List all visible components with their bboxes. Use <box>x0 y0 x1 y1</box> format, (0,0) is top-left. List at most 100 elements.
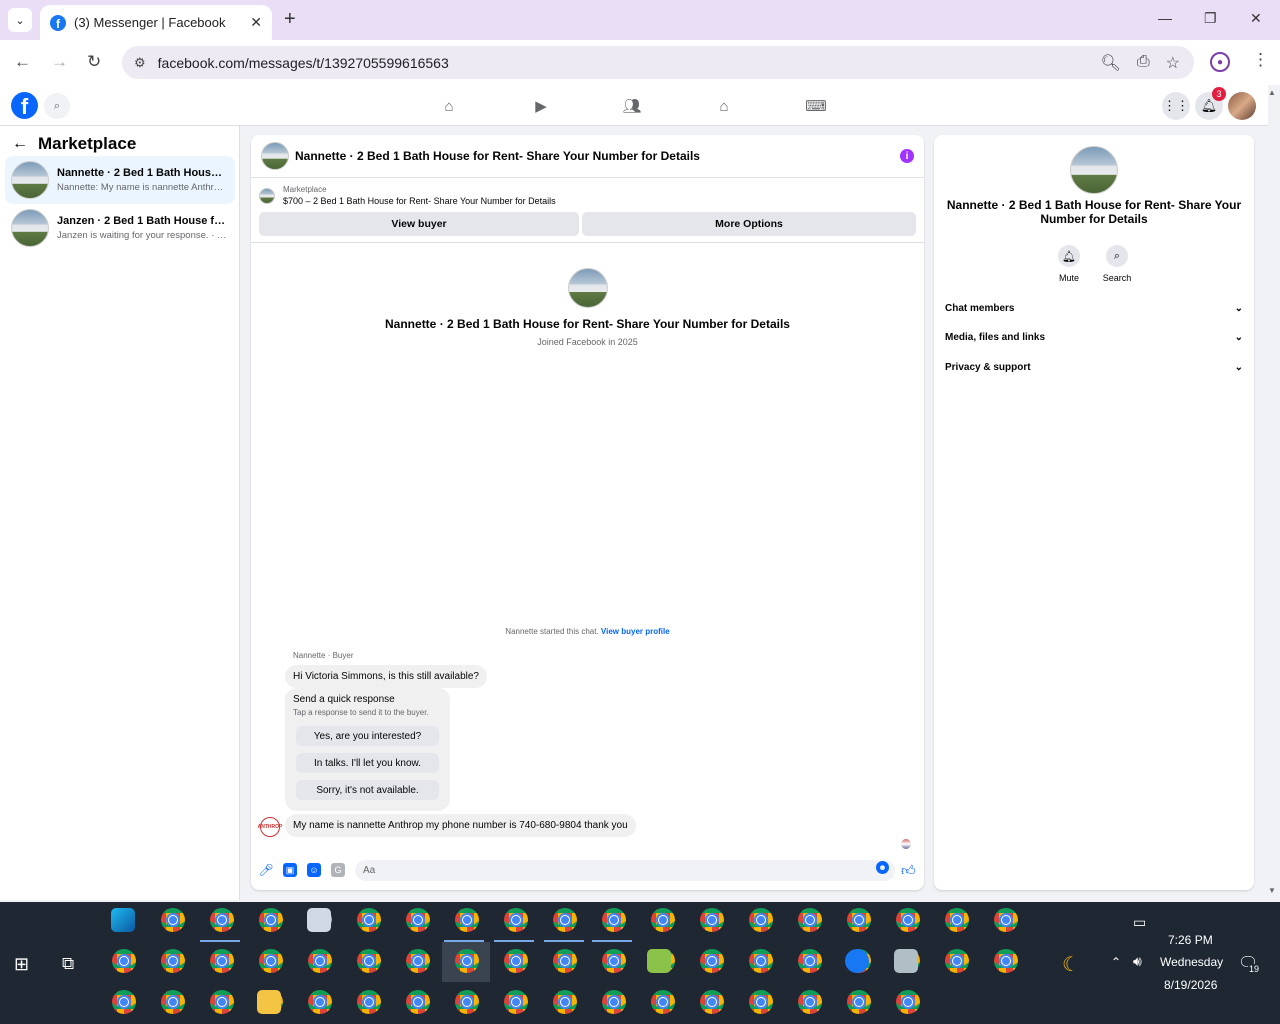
chrome-app-icon[interactable] <box>357 990 381 1014</box>
view-buyer-button[interactable]: View buyer <box>259 212 579 236</box>
marketplace-icon[interactable]: ⌂ <box>712 95 736 117</box>
mute-button[interactable]: 🔔︎ Mute <box>1047 245 1091 283</box>
media-files-section[interactable]: Media, files and links ⌄ <box>945 332 1243 343</box>
chrome-app-icon[interactable] <box>651 908 675 932</box>
privacy-support-section[interactable]: Privacy & support ⌄ <box>945 362 1243 373</box>
chrome-app-icon[interactable] <box>749 908 773 932</box>
chrome-app-icon[interactable] <box>161 990 185 1014</box>
view-buyer-profile-link[interactable]: View buyer profile <box>601 627 670 636</box>
chrome-app-icon[interactable] <box>259 908 283 932</box>
chrome-app-icon[interactable] <box>161 949 185 973</box>
chrome-app-icon[interactable] <box>504 949 528 973</box>
thumbs-up-icon[interactable]: 👍︎ <box>901 862 916 879</box>
chrome-app-icon[interactable] <box>357 949 381 973</box>
forward-icon[interactable]: → <box>51 52 68 72</box>
browser-profile-icon[interactable]: ● <box>1210 52 1230 72</box>
chrome-app-icon[interactable] <box>700 990 724 1014</box>
site-info-icon[interactable]: ⚙ <box>134 55 146 71</box>
photos-app-icon[interactable] <box>894 949 918 973</box>
browser-menu-icon[interactable]: ⋮ <box>1252 50 1269 70</box>
video-icon[interactable]: ▶ <box>529 95 553 117</box>
listing-price-title[interactable]: $700 – 2 Bed 1 Bath House for Rent- Shar… <box>283 196 556 206</box>
quick-reply-button[interactable]: Yes, are you interested? <box>296 726 439 746</box>
chat-members-section[interactable]: Chat members ⌄ <box>945 303 1243 314</box>
clock-day[interactable]: Wednesday <box>1160 955 1223 969</box>
network-icon[interactable]: ▭ <box>1133 914 1146 931</box>
chrome-app-icon[interactable] <box>553 990 577 1014</box>
night-light-icon[interactable]: ☾ <box>1062 952 1080 977</box>
chrome-app-icon[interactable] <box>455 908 479 932</box>
conversation-item[interactable]: Janzen · 2 Bed 1 Bath House for Rent- Sh… <box>5 204 235 252</box>
chrome-app-icon[interactable] <box>798 908 822 932</box>
zoom-icon[interactable]: 🔍︎ <box>1101 53 1121 73</box>
back-icon[interactable]: ← <box>14 52 31 72</box>
details-avatar[interactable] <box>1070 146 1118 194</box>
chrome-app-icon[interactable] <box>504 908 528 932</box>
chrome-app-icon[interactable] <box>896 908 920 932</box>
chrome-app-icon[interactable] <box>602 908 626 932</box>
facebook-search-icon[interactable]: ⌕ <box>44 93 70 119</box>
show-hidden-icons-chevron-icon[interactable]: ⌃ <box>1111 955 1121 969</box>
menu-grid-icon[interactable]: ⋮⋮ <box>1162 92 1190 120</box>
chrome-app-icon[interactable] <box>161 908 185 932</box>
chrome-app-icon[interactable] <box>308 949 332 973</box>
chrome-app-icon[interactable] <box>602 990 626 1014</box>
search-button[interactable]: ⌕ Search <box>1095 245 1139 283</box>
conversation-info-icon[interactable]: i <box>900 149 914 163</box>
chrome-app-icon[interactable] <box>896 990 920 1014</box>
chrome-app-icon[interactable] <box>945 908 969 932</box>
facebook-logo-icon[interactable]: f <box>11 92 38 119</box>
facebook-app-icon[interactable] <box>845 949 869 973</box>
chrome-app-icon[interactable] <box>112 949 136 973</box>
outlook-app-icon[interactable] <box>307 908 331 932</box>
address-bar[interactable]: ⚙ facebook.com/messages/t/13927055996165… <box>122 46 1194 79</box>
quick-reply-button[interactable]: Sorry, it's not available. <box>296 780 439 800</box>
sticker-icon[interactable]: ☺ <box>307 863 321 877</box>
chrome-app-icon[interactable] <box>700 908 724 932</box>
chrome-app-icon[interactable] <box>700 949 724 973</box>
minimize-icon[interactable]: — <box>1158 10 1172 26</box>
chrome-app-icon[interactable] <box>749 990 773 1014</box>
chrome-app-icon[interactable] <box>210 949 234 973</box>
chrome-app-icon[interactable] <box>210 908 234 932</box>
file-explorer-icon[interactable] <box>257 990 281 1014</box>
reload-icon[interactable]: ↻ <box>87 52 101 72</box>
volume-icon[interactable]: 🔊︎ <box>1133 953 1142 970</box>
windows-start-icon[interactable]: ⊞ <box>14 954 29 975</box>
close-window-icon[interactable]: ✕ <box>1250 10 1262 27</box>
conversation-item[interactable]: Nannette · 2 Bed 1 Bath House for Rent- … <box>5 156 235 204</box>
tab-search-chevron-icon[interactable]: ⌄ <box>8 8 32 32</box>
close-tab-icon[interactable]: ✕ <box>250 14 262 31</box>
chrome-app-icon[interactable] <box>553 908 577 932</box>
new-tab-icon[interactable]: + <box>284 8 296 31</box>
chrome-app-icon[interactable] <box>651 990 675 1014</box>
chrome-app-icon[interactable] <box>406 908 430 932</box>
scroll-up-icon[interactable]: ▲ <box>1268 88 1276 97</box>
chrome-app-icon[interactable] <box>602 949 626 973</box>
chrome-app-icon[interactable] <box>994 908 1018 932</box>
home-icon[interactable]: ⌂ <box>437 95 461 117</box>
chrome-app-icon[interactable] <box>357 908 381 932</box>
chrome-app-icon[interactable] <box>798 990 822 1014</box>
chrome-app-icon[interactable] <box>112 990 136 1014</box>
bookmark-star-icon[interactable]: ☆ <box>1166 53 1180 73</box>
scroll-down-icon[interactable]: ▼ <box>1268 886 1276 895</box>
chrome-app-icon[interactable] <box>259 949 283 973</box>
back-arrow-icon[interactable]: ← <box>12 135 28 153</box>
browser-tab[interactable]: f (3) Messenger | Facebook ✕ <box>40 5 272 40</box>
microphone-icon[interactable]: 🎤︎ <box>258 863 273 877</box>
install-app-icon[interactable]: ⎙ <box>1137 53 1150 73</box>
task-view-icon[interactable]: ⧉ <box>62 954 74 974</box>
chrome-app-icon[interactable] <box>455 990 479 1014</box>
chrome-app-icon[interactable] <box>406 990 430 1014</box>
chrome-app-icon[interactable] <box>749 949 773 973</box>
friends-icon[interactable]: 👥︎ <box>620 95 644 117</box>
gaming-icon[interactable]: ⌨ <box>804 95 828 117</box>
restore-icon[interactable]: ❐ <box>1204 10 1217 27</box>
chrome-app-icon[interactable] <box>455 949 479 973</box>
chat-header-title[interactable]: Nannette · 2 Bed 1 Bath House for Rent- … <box>295 149 900 163</box>
chrome-app-icon[interactable] <box>308 990 332 1014</box>
chrome-app-icon[interactable] <box>847 908 871 932</box>
chrome-app-icon[interactable] <box>945 949 969 973</box>
edge-app-icon[interactable] <box>111 908 135 932</box>
